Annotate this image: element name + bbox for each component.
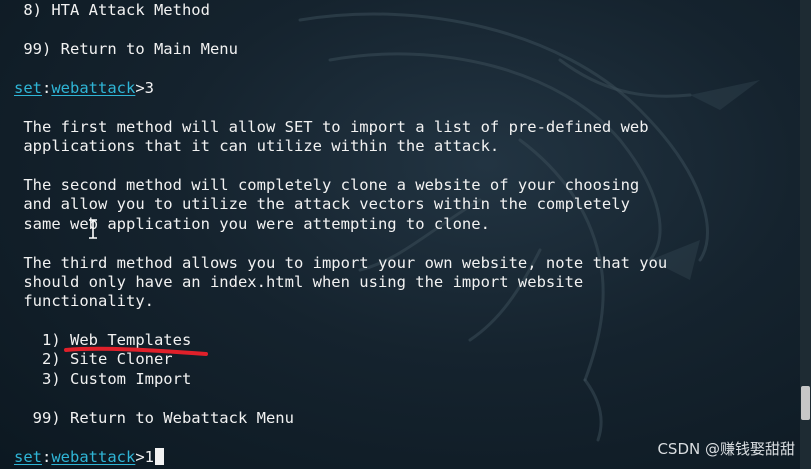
prompt-set-label: set [14,448,42,466]
menu-item-hta-attack: 8) HTA Attack Method [14,1,210,19]
description-line: applications that it can utilize within … [14,137,500,155]
prompt-separator: : [42,79,52,97]
description-line: should only have an index.html when usin… [14,273,584,291]
prompt-input-value[interactable]: >1 [135,448,154,466]
terminal-window[interactable]: 8) HTA Attack Method 99) Return to Main … [0,0,811,469]
text-cursor-block [155,448,165,465]
prompt-module-label: webattack [51,448,136,466]
description-line: functionality. [14,292,154,310]
kali-dragon-icon [298,12,760,442]
csdn-watermark: CSDN @赚钱娶甜甜 [657,440,795,458]
description-line: same web application you were attempting… [14,215,490,233]
prompt-line-1: set:webattack>3 [14,79,154,99]
description-line: The first method will allow SET to impor… [14,118,649,136]
prompt-line-2[interactable]: set:webattack>1 [14,448,165,468]
option-web-templates: 1) Web Templates [14,331,192,349]
description-line: The second method will completely clone … [14,176,640,194]
description-line: The third method allows you to import yo… [14,254,668,272]
description-line: and allow you to utilize the attack vect… [14,195,630,213]
prompt-separator: : [42,448,52,466]
option-custom-import: 3) Custom Import [14,370,192,388]
scrollbar-thumb[interactable] [801,386,810,420]
prompt-set-label: set [14,79,42,97]
prompt-input-value: >3 [135,79,155,97]
option-return-webattack: 99) Return to Webattack Menu [14,409,294,427]
prompt-module-label: webattack [51,79,136,97]
option-site-cloner: 2) Site Cloner [14,350,173,368]
vertical-scrollbar[interactable] [800,0,811,469]
menu-item-return-main: 99) Return to Main Menu [14,40,238,58]
red-annotation-underline [64,346,208,356]
